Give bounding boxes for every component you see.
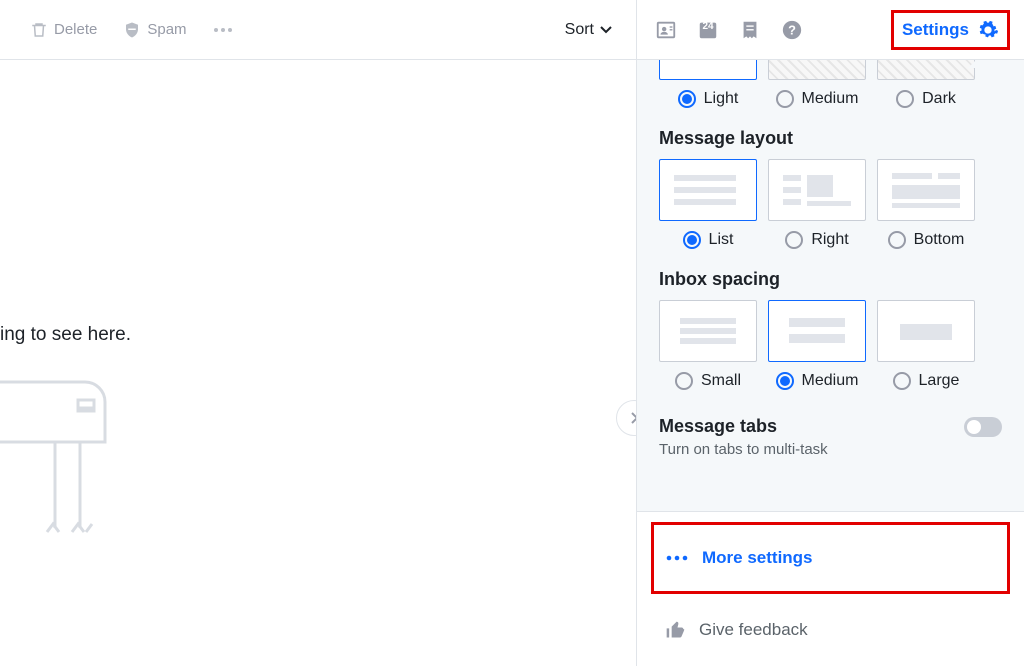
theme-thumb-light[interactable] [659, 60, 757, 80]
thumbs-up-icon [665, 620, 685, 640]
expand-panel-button[interactable] [616, 400, 636, 436]
settings-label: Settings [902, 20, 969, 40]
settings-panel: Light Medium Dark Message layout List R [636, 60, 1024, 666]
delete-label: Delete [54, 21, 97, 38]
settings-button[interactable]: Settings [891, 10, 1010, 50]
theme-radio-medium[interactable]: Medium [768, 90, 866, 108]
spacing-section-title: Inbox spacing [659, 269, 1002, 290]
trash-icon [30, 21, 48, 39]
mailbox-illustration [0, 372, 150, 557]
more-actions-button[interactable] [213, 27, 233, 33]
theme-radio-light[interactable]: Light [659, 90, 757, 108]
give-feedback-label: Give feedback [699, 620, 808, 640]
calendar-day-label: 24 [697, 21, 719, 32]
more-settings-row[interactable]: More settings [651, 522, 1010, 594]
gear-icon [977, 19, 999, 41]
layout-radio-right[interactable]: Right [768, 231, 866, 249]
tabs-section-desc: Turn on tabs to multi-task [659, 441, 1002, 458]
layout-radio-list[interactable]: List [659, 231, 757, 249]
spacing-radio-large[interactable]: Large [877, 372, 975, 390]
spacing-thumb-small[interactable] [659, 300, 757, 362]
tabs-toggle[interactable] [964, 417, 1002, 437]
notepad-icon[interactable] [739, 19, 761, 41]
empty-state-text: ing to see here. [0, 324, 131, 346]
spacing-radio-small[interactable]: Small [659, 372, 757, 390]
layout-thumb-right[interactable] [768, 159, 866, 221]
sort-label: Sort [565, 21, 594, 39]
dots-icon [213, 27, 233, 33]
chevron-down-icon [600, 26, 612, 34]
svg-text:?: ? [788, 22, 796, 37]
layout-radio-bottom[interactable]: Bottom [877, 231, 975, 249]
layout-thumb-list[interactable] [659, 159, 757, 221]
spacing-thumb-medium[interactable] [768, 300, 866, 362]
layout-thumb-bottom[interactable] [877, 159, 975, 221]
help-icon[interactable]: ? [781, 19, 803, 41]
contacts-icon[interactable] [655, 19, 677, 41]
dots-icon [666, 555, 688, 561]
delete-button[interactable]: Delete [30, 21, 97, 39]
theme-thumb-medium[interactable] [768, 60, 866, 80]
more-settings-label: More settings [702, 548, 813, 568]
shield-icon [123, 21, 141, 39]
theme-radio-dark[interactable]: Dark [877, 90, 975, 108]
give-feedback-row[interactable]: Give feedback [651, 594, 1010, 666]
theme-thumb-dark[interactable] [877, 60, 975, 80]
layout-section-title: Message layout [659, 128, 1002, 149]
panel-pointer [968, 60, 988, 68]
spacing-radio-medium[interactable]: Medium [768, 372, 866, 390]
tabs-section-title: Message tabs [659, 416, 777, 437]
calendar-icon[interactable]: 24 [697, 19, 719, 41]
sort-dropdown[interactable]: Sort [565, 21, 612, 39]
spam-label: Spam [147, 21, 186, 38]
spacing-thumb-large[interactable] [877, 300, 975, 362]
spam-button[interactable]: Spam [123, 21, 186, 39]
